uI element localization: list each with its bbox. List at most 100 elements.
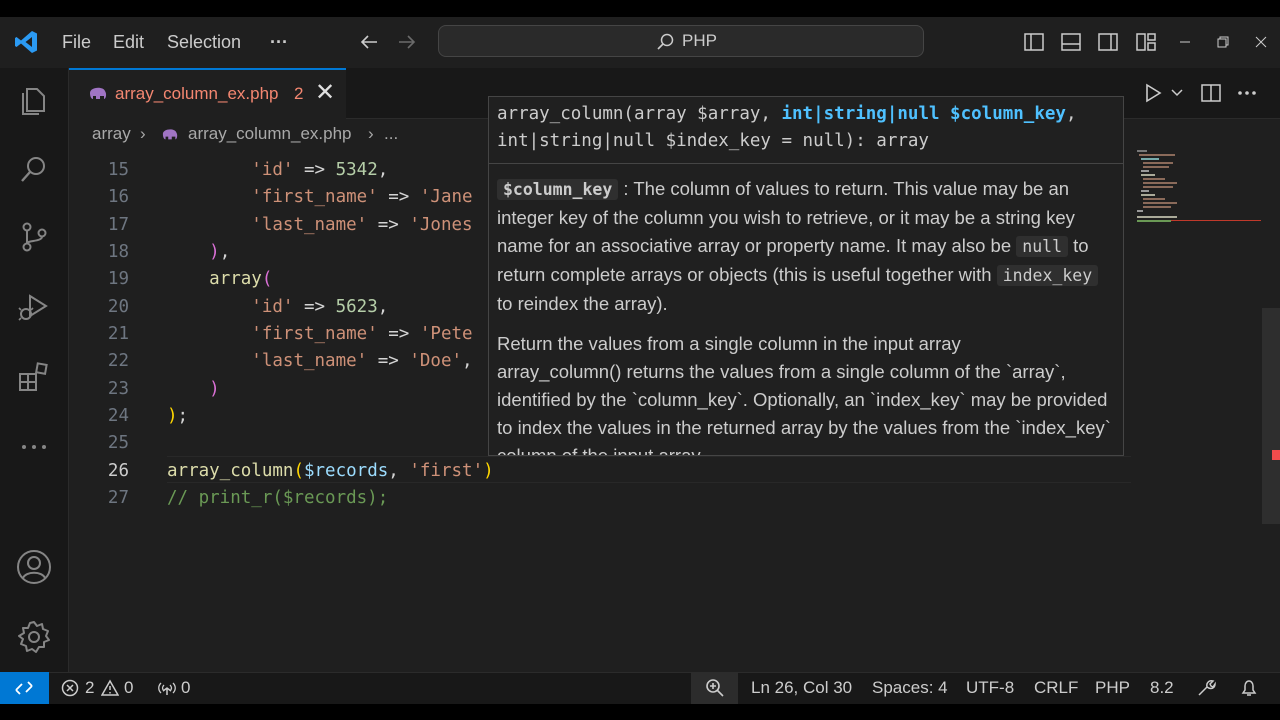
signature-part: , <box>1065 104 1077 124</box>
line-number: 22 <box>107 351 129 372</box>
tab-close-button[interactable]: ✕ <box>315 78 335 107</box>
code-token: ) <box>209 378 220 399</box>
search-icon <box>657 33 674 50</box>
toggle-sidebar-icon[interactable] <box>1023 31 1045 53</box>
code-token: 5342 <box>335 160 378 180</box>
settings-gear-icon[interactable] <box>16 619 52 655</box>
forward-arrow-icon[interactable] <box>396 31 418 53</box>
line-number: 24 <box>107 405 129 426</box>
restore-icon[interactable] <box>1216 35 1230 49</box>
run-debug-icon[interactable] <box>17 290 51 324</box>
hover-tooltip: array_column(array $array, int|string|nu… <box>488 96 1124 456</box>
accounts-icon[interactable] <box>16 549 52 585</box>
extensions-icon[interactable] <box>17 360 51 394</box>
customize-layout-icon[interactable] <box>1135 31 1157 53</box>
code-token: 'last_name' <box>251 351 368 372</box>
ports-icon[interactable] <box>157 679 177 697</box>
line-number: 21 <box>107 323 129 344</box>
line-number: 20 <box>107 296 129 317</box>
warning-count[interactable]: 0 <box>124 678 133 698</box>
cursor-position[interactable]: Ln 26, Col 30 <box>751 678 852 698</box>
code-text: 'last_name' => 'Jones <box>167 212 472 239</box>
tab-array-column-ex[interactable]: array_column_ex.php 2 ✕ <box>69 68 346 119</box>
command-center[interactable]: PHP <box>438 25 924 57</box>
code-token: // print_r($records); <box>167 487 389 508</box>
indentation[interactable]: Spaces: 4 <box>872 678 948 698</box>
function-signature: array_column(array $array, int|string|nu… <box>497 101 1117 155</box>
toggle-panel-icon[interactable] <box>1060 31 1082 53</box>
source-control-icon[interactable] <box>17 220 51 254</box>
code-token: 5623 <box>335 296 378 317</box>
split-editor-icon[interactable] <box>1200 82 1222 104</box>
code-text: 'id' => 5342, <box>167 157 388 184</box>
signature-part: array_column(array $array, <box>497 104 782 124</box>
breadcrumb-file[interactable]: array_column_ex.php <box>188 124 351 146</box>
vertical-scrollbar[interactable] <box>1262 308 1280 524</box>
menu-more[interactable]: ··· <box>270 17 288 68</box>
toggle-secondary-sidebar-icon[interactable] <box>1097 31 1119 53</box>
error-icon[interactable] <box>61 679 79 697</box>
run-icon[interactable] <box>1142 82 1164 104</box>
menu-edit[interactable]: Edit <box>113 17 144 68</box>
code-token: 'first_name' <box>251 323 378 344</box>
chevron-down-icon[interactable] <box>1170 87 1184 99</box>
back-arrow-icon[interactable] <box>358 31 380 53</box>
null-chip: null <box>1016 236 1069 257</box>
code-token: array <box>209 269 262 290</box>
code-token: => <box>377 323 420 344</box>
error-count[interactable]: 2 <box>85 678 94 698</box>
encoding[interactable]: UTF-8 <box>966 678 1014 698</box>
line-number: 17 <box>107 214 129 235</box>
code-token: 'Jane <box>419 187 473 208</box>
line-ending[interactable]: CRLF <box>1034 678 1078 698</box>
code-text: 'first_name' => 'Jane <box>167 184 473 211</box>
code-token: , <box>388 460 410 481</box>
explorer-icon[interactable] <box>17 83 51 117</box>
menu-selection[interactable]: Selection <box>167 17 241 68</box>
more-actions-icon[interactable] <box>1236 82 1258 104</box>
code-text: 'first_name' => 'Pete <box>167 321 472 348</box>
close-icon[interactable] <box>1254 35 1268 49</box>
code-token: 'id' <box>251 296 294 317</box>
tab-label: array_column_ex.php <box>115 84 279 103</box>
ports-count[interactable]: 0 <box>181 678 190 698</box>
breadcrumb-folder[interactable]: array <box>92 124 131 146</box>
breadcrumb-more[interactable]: ... <box>384 124 398 146</box>
minimize-icon[interactable] <box>1178 35 1192 49</box>
code-token: 'id' <box>251 160 294 180</box>
format-icon[interactable] <box>1196 678 1216 698</box>
function-detail: array_column() returns the values from a… <box>497 361 1111 456</box>
php-elephant-icon <box>90 87 107 99</box>
bell-icon[interactable] <box>1239 678 1259 698</box>
tab-problem-count: 2 <box>294 84 304 103</box>
code-token: , <box>219 241 231 262</box>
param-name: $column_key <box>497 179 619 200</box>
breadcrumb-separator-icon: › <box>368 124 374 143</box>
remote-indicator[interactable] <box>0 672 49 704</box>
code-token: ( <box>293 460 304 481</box>
line-number: 27 <box>107 487 129 508</box>
language-mode[interactable]: PHP <box>1095 678 1130 698</box>
menu-file[interactable]: File <box>62 17 91 68</box>
top-letterbox <box>0 0 1280 17</box>
code-text: array_column($records, 'first') <box>167 458 494 485</box>
zoom-indicator[interactable] <box>691 672 738 704</box>
warning-icon[interactable] <box>101 679 119 697</box>
code-token: , <box>462 351 473 372</box>
line-number: 18 <box>107 241 129 262</box>
minimap[interactable] <box>1133 150 1261 240</box>
php-version[interactable]: 8.2 <box>1150 678 1174 698</box>
scrollbar-error-marker <box>1272 450 1280 460</box>
more-icon[interactable] <box>17 430 51 464</box>
code-token: ( <box>261 269 273 290</box>
command-center-text: PHP <box>682 31 717 50</box>
search-view-icon[interactable] <box>17 152 51 186</box>
status-bar <box>0 672 1280 704</box>
line-number: 19 <box>107 269 129 290</box>
